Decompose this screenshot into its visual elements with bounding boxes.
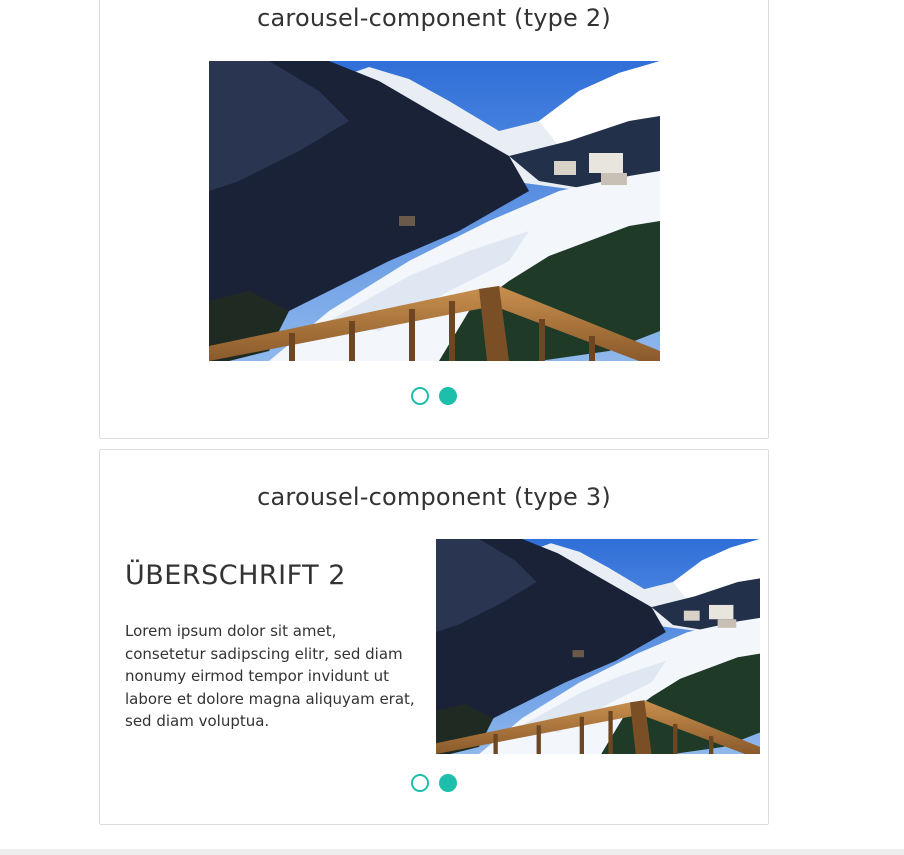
carousel-type2-pagination xyxy=(100,387,768,405)
carousel-type3-pagination xyxy=(100,774,768,792)
carousel-type3-dot-1[interactable] xyxy=(411,774,429,792)
carousel-type2-title: carousel-component (type 2) xyxy=(257,4,611,32)
carousel-type3-card: carousel-component (type 3) ÜBERSCHRIFT … xyxy=(99,449,769,825)
slide-heading: ÜBERSCHRIFT 2 xyxy=(125,560,346,591)
carousel-type3-dot-2[interactable] xyxy=(439,774,457,792)
carousel-type2-dot-1[interactable] xyxy=(411,387,429,405)
carousel-type2-dot-2[interactable] xyxy=(439,387,457,405)
mountain-landscape-image xyxy=(209,61,660,361)
carousel-type3-title: carousel-component (type 3) xyxy=(257,483,611,511)
mountain-landscape-image xyxy=(436,539,760,754)
page-footer-band xyxy=(0,849,904,855)
carousel-type2-card: carousel-component (type 2) xyxy=(99,0,769,439)
slide-body-text: Lorem ipsum dolor sit amet, consetetur s… xyxy=(125,622,415,730)
